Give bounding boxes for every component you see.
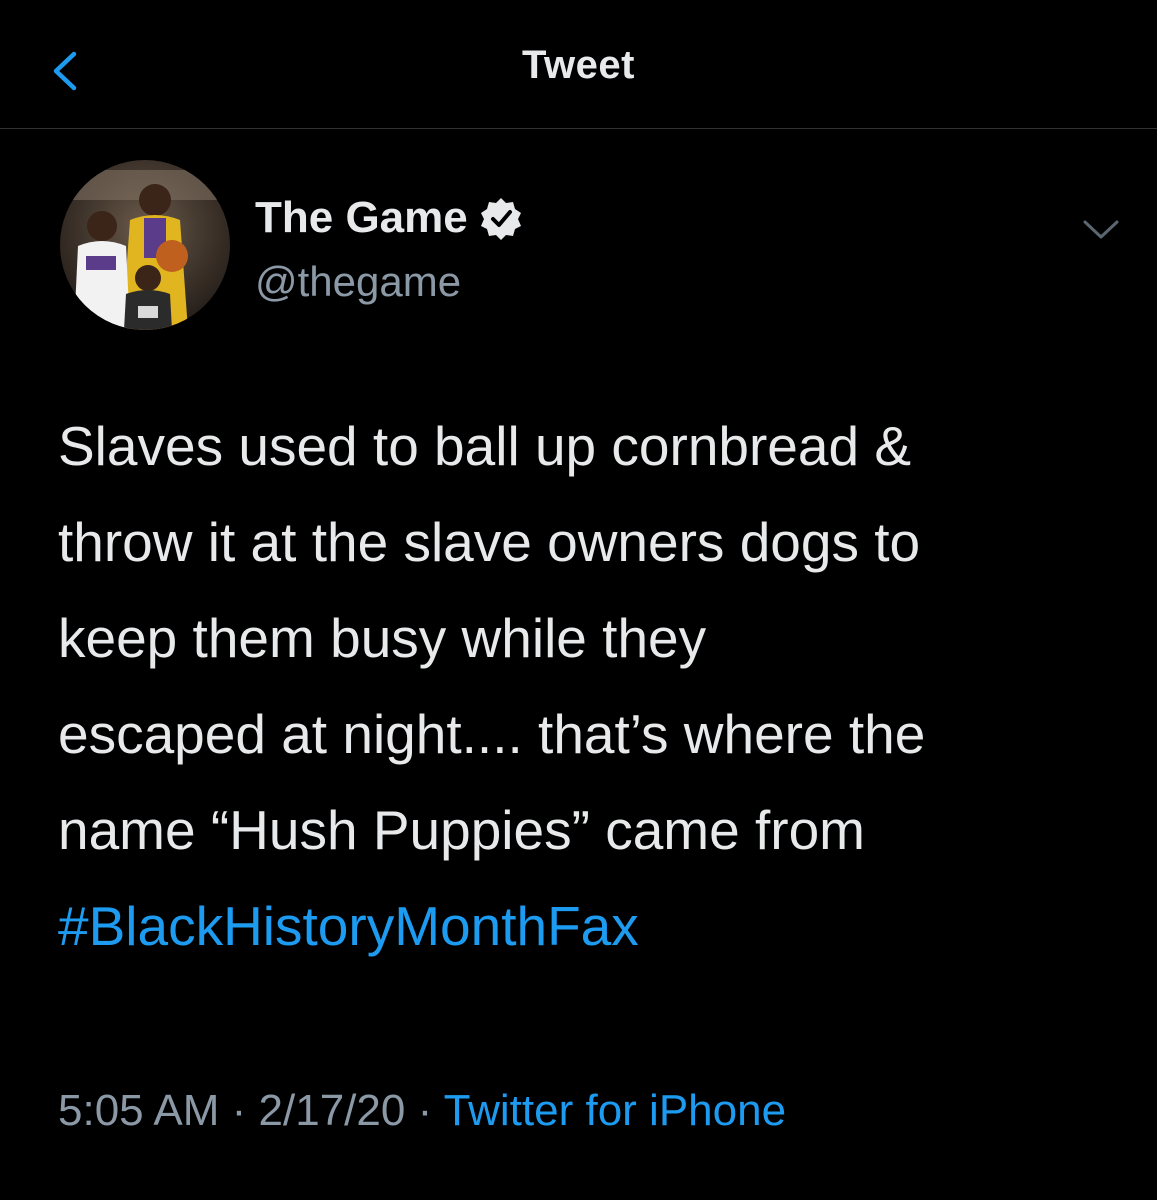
display-name-row[interactable]: The Game: [255, 190, 524, 246]
user-handle[interactable]: @thegame: [255, 258, 461, 306]
avatar[interactable]: [60, 160, 230, 330]
tweet-body: Slaves used to ball up cornbread & throw…: [58, 398, 1138, 974]
tweet-time: 5:05 AM: [58, 1086, 220, 1135]
tweet-text-line: name “Hush Puppies” came from: [58, 799, 865, 861]
tweet-menu-button[interactable]: [1075, 210, 1127, 250]
tweet-text-line: keep them busy while they: [58, 607, 707, 669]
tweet-author: The Game @thegame: [60, 160, 1120, 340]
top-nav-bar: Tweet: [0, 0, 1157, 129]
hashtag-link[interactable]: #BlackHistoryMonthFax: [58, 878, 1138, 974]
meta-separator: ·: [405, 1086, 444, 1135]
tweet-text-line: throw it at the slave owners dogs to: [58, 511, 921, 573]
tweet-date: 2/17/20: [258, 1086, 406, 1135]
display-name[interactable]: The Game: [255, 193, 468, 243]
tweet-text-line: Slaves used to ball up cornbread &: [58, 415, 912, 477]
meta-separator: ·: [219, 1086, 259, 1135]
avatar-photo: [60, 160, 230, 330]
verified-badge-icon: [480, 198, 521, 240]
tweet-source-link[interactable]: Twitter for iPhone: [444, 1086, 786, 1135]
page-title: Tweet: [522, 43, 635, 87]
tweet-metadata: 5:05 AM · 2/17/20 · Twitter for iPhone: [58, 1086, 786, 1136]
chevron-down-icon: [1083, 220, 1119, 239]
tweet-text-line: escaped at night.... that’s where the: [58, 703, 926, 765]
